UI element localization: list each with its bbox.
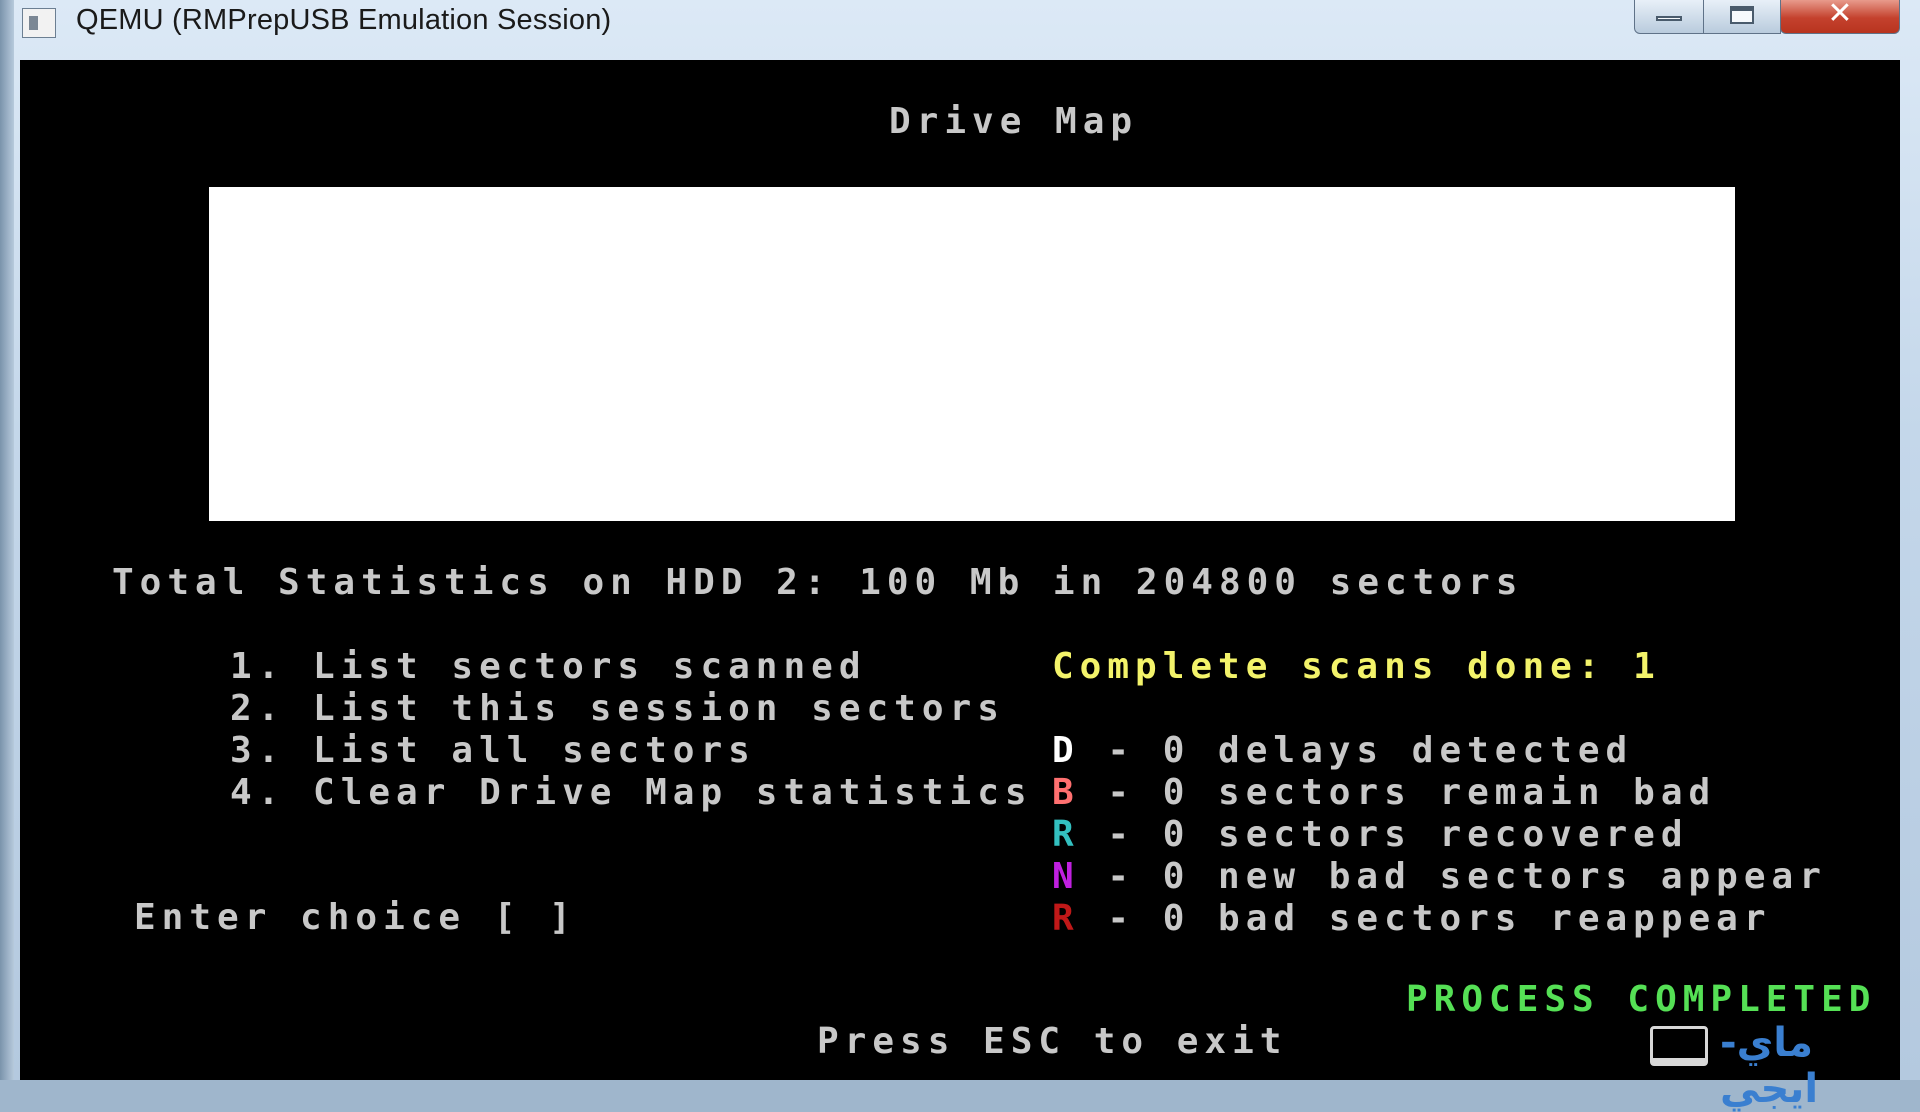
close-icon: ✕ (1827, 0, 1853, 31)
qemu-app-icon[interactable] (22, 8, 56, 38)
legend-new-bad: N - 0 new bad sectors appear (1052, 857, 1827, 897)
maximize-icon (1730, 6, 1754, 24)
legend-text: - 0 delays detected (1079, 730, 1634, 771)
legend-recovered: R - 0 sectors recovered (1052, 815, 1689, 855)
minimize-icon (1656, 16, 1682, 21)
emulator-screen[interactable]: Drive Map Total Statistics on HDD 2: 100… (20, 60, 1900, 1080)
window-title: QEMU (RMPrepUSB Emulation Session) (76, 4, 612, 36)
legend-key-d: D (1052, 730, 1080, 771)
scans-done: Complete scans done: 1 (1052, 646, 1661, 687)
menu-item-list-session-sectors[interactable]: 2. List this session sectors (230, 689, 1005, 729)
legend-remain-bad: B - 0 sectors remain bad (1052, 773, 1716, 813)
title-bar[interactable]: QEMU (RMPrepUSB Emulation Session) ✕ (0, 0, 1920, 58)
legend-key-r-recovered: R (1052, 814, 1080, 855)
drive-map-area (209, 187, 1735, 521)
watermark-text: ماي-ايجي (1720, 1020, 1819, 1112)
legend-text: - 0 sectors recovered (1079, 814, 1689, 855)
legend-key-n: N (1052, 856, 1080, 897)
exit-hint: Press ESC to exit (817, 1021, 1288, 1062)
legend-delays: D - 0 delays detected (1052, 731, 1633, 771)
legend-key-r-reappear: R (1052, 898, 1080, 939)
legend-text: - 0 bad sectors reappear (1079, 898, 1772, 939)
minimize-button[interactable] (1634, 0, 1704, 34)
legend-text: - 0 sectors remain bad (1079, 772, 1717, 813)
legend-reappear: R - 0 bad sectors reappear (1052, 899, 1772, 939)
process-status: PROCESS COMPLETED (1406, 979, 1877, 1020)
legend-text: - 0 new bad sectors appear (1079, 856, 1827, 897)
maximize-button[interactable] (1703, 0, 1781, 34)
laptop-icon (1650, 1026, 1708, 1066)
legend-key-b: B (1052, 772, 1080, 813)
menu-item-clear-statistics[interactable]: 4. Clear Drive Map statistics (230, 773, 1033, 813)
menu-item-list-all-sectors[interactable]: 3. List all sectors (230, 731, 756, 771)
drive-map-title: Drive Map (889, 101, 1139, 142)
watermark: ماي-ايجي (1650, 1020, 1910, 1112)
choice-prompt[interactable]: Enter choice [ ] (134, 898, 577, 938)
menu-item-list-sectors-scanned[interactable]: 1. List sectors scanned (230, 647, 867, 687)
total-statistics: Total Statistics on HDD 2: 100 Mb in 204… (112, 562, 1524, 603)
close-button[interactable]: ✕ (1780, 0, 1900, 34)
